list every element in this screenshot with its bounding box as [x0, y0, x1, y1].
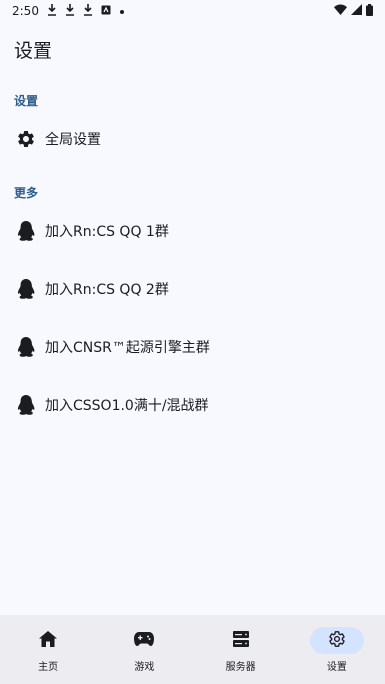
join-rncs-qq-group-2-item[interactable]: 加入Rn:CS QQ 2群	[0, 264, 385, 314]
nav-label-settings: 设置	[326, 662, 347, 673]
download-icon	[47, 3, 57, 19]
download-icon	[83, 3, 93, 19]
app-icon	[101, 4, 111, 18]
join-csso-group-item[interactable]: 加入CSSO1.0满十/混战群	[0, 380, 385, 430]
join-csso-group-label: 加入CSSO1.0满十/混战群	[45, 398, 209, 414]
qq-penguin-icon	[16, 337, 36, 357]
nav-pill-settings	[309, 627, 364, 654]
status-time: 2:50	[12, 4, 39, 18]
status-right	[334, 3, 373, 19]
nav-item-servers[interactable]: 服务器	[193, 615, 289, 684]
qq-penguin-icon	[16, 279, 36, 299]
nav-label-servers: 服务器	[225, 662, 256, 673]
page-title: 设置	[14, 40, 53, 62]
global-settings-item[interactable]: 全局设置	[0, 114, 385, 164]
status-left: 2:50	[12, 3, 125, 19]
section-header-more: 更多	[14, 186, 39, 200]
nav-item-home[interactable]: 主页	[0, 615, 96, 684]
gear-icon	[328, 630, 346, 652]
section-header-settings: 设置	[14, 94, 39, 108]
nav-label-games: 游戏	[134, 662, 155, 673]
battery-icon	[366, 3, 373, 19]
nav-pill-home	[21, 627, 75, 654]
download-icon	[65, 3, 75, 19]
global-settings-label: 全局设置	[45, 132, 101, 148]
join-rncs-qq-group-1-label: 加入Rn:CS QQ 1群	[45, 224, 169, 240]
join-cnsr-main-group-item[interactable]: 加入CNSR™起源引擎主群	[0, 322, 385, 372]
signal-icon	[351, 4, 362, 18]
server-icon	[232, 630, 249, 651]
status-bar: 2:50	[0, 0, 385, 22]
nav-pill-servers	[214, 627, 268, 654]
nav-item-settings[interactable]: 设置	[289, 615, 385, 684]
join-rncs-qq-group-2-label: 加入Rn:CS QQ 2群	[45, 282, 169, 298]
join-cnsr-main-group-label: 加入CNSR™起源引擎主群	[45, 340, 210, 356]
qq-penguin-icon	[16, 221, 36, 241]
nav-label-home: 主页	[38, 662, 59, 673]
bottom-navigation: 主页 游戏 服务器 设置	[0, 615, 385, 684]
gamepad-icon	[134, 631, 155, 650]
qq-penguin-icon	[16, 395, 36, 415]
dot-icon	[119, 4, 125, 18]
join-rncs-qq-group-1-item[interactable]: 加入Rn:CS QQ 1群	[0, 206, 385, 256]
home-icon	[39, 630, 58, 651]
nav-pill-games	[117, 627, 171, 654]
gear-icon	[16, 129, 36, 149]
wifi-icon	[334, 4, 347, 18]
nav-item-games[interactable]: 游戏	[96, 615, 192, 684]
